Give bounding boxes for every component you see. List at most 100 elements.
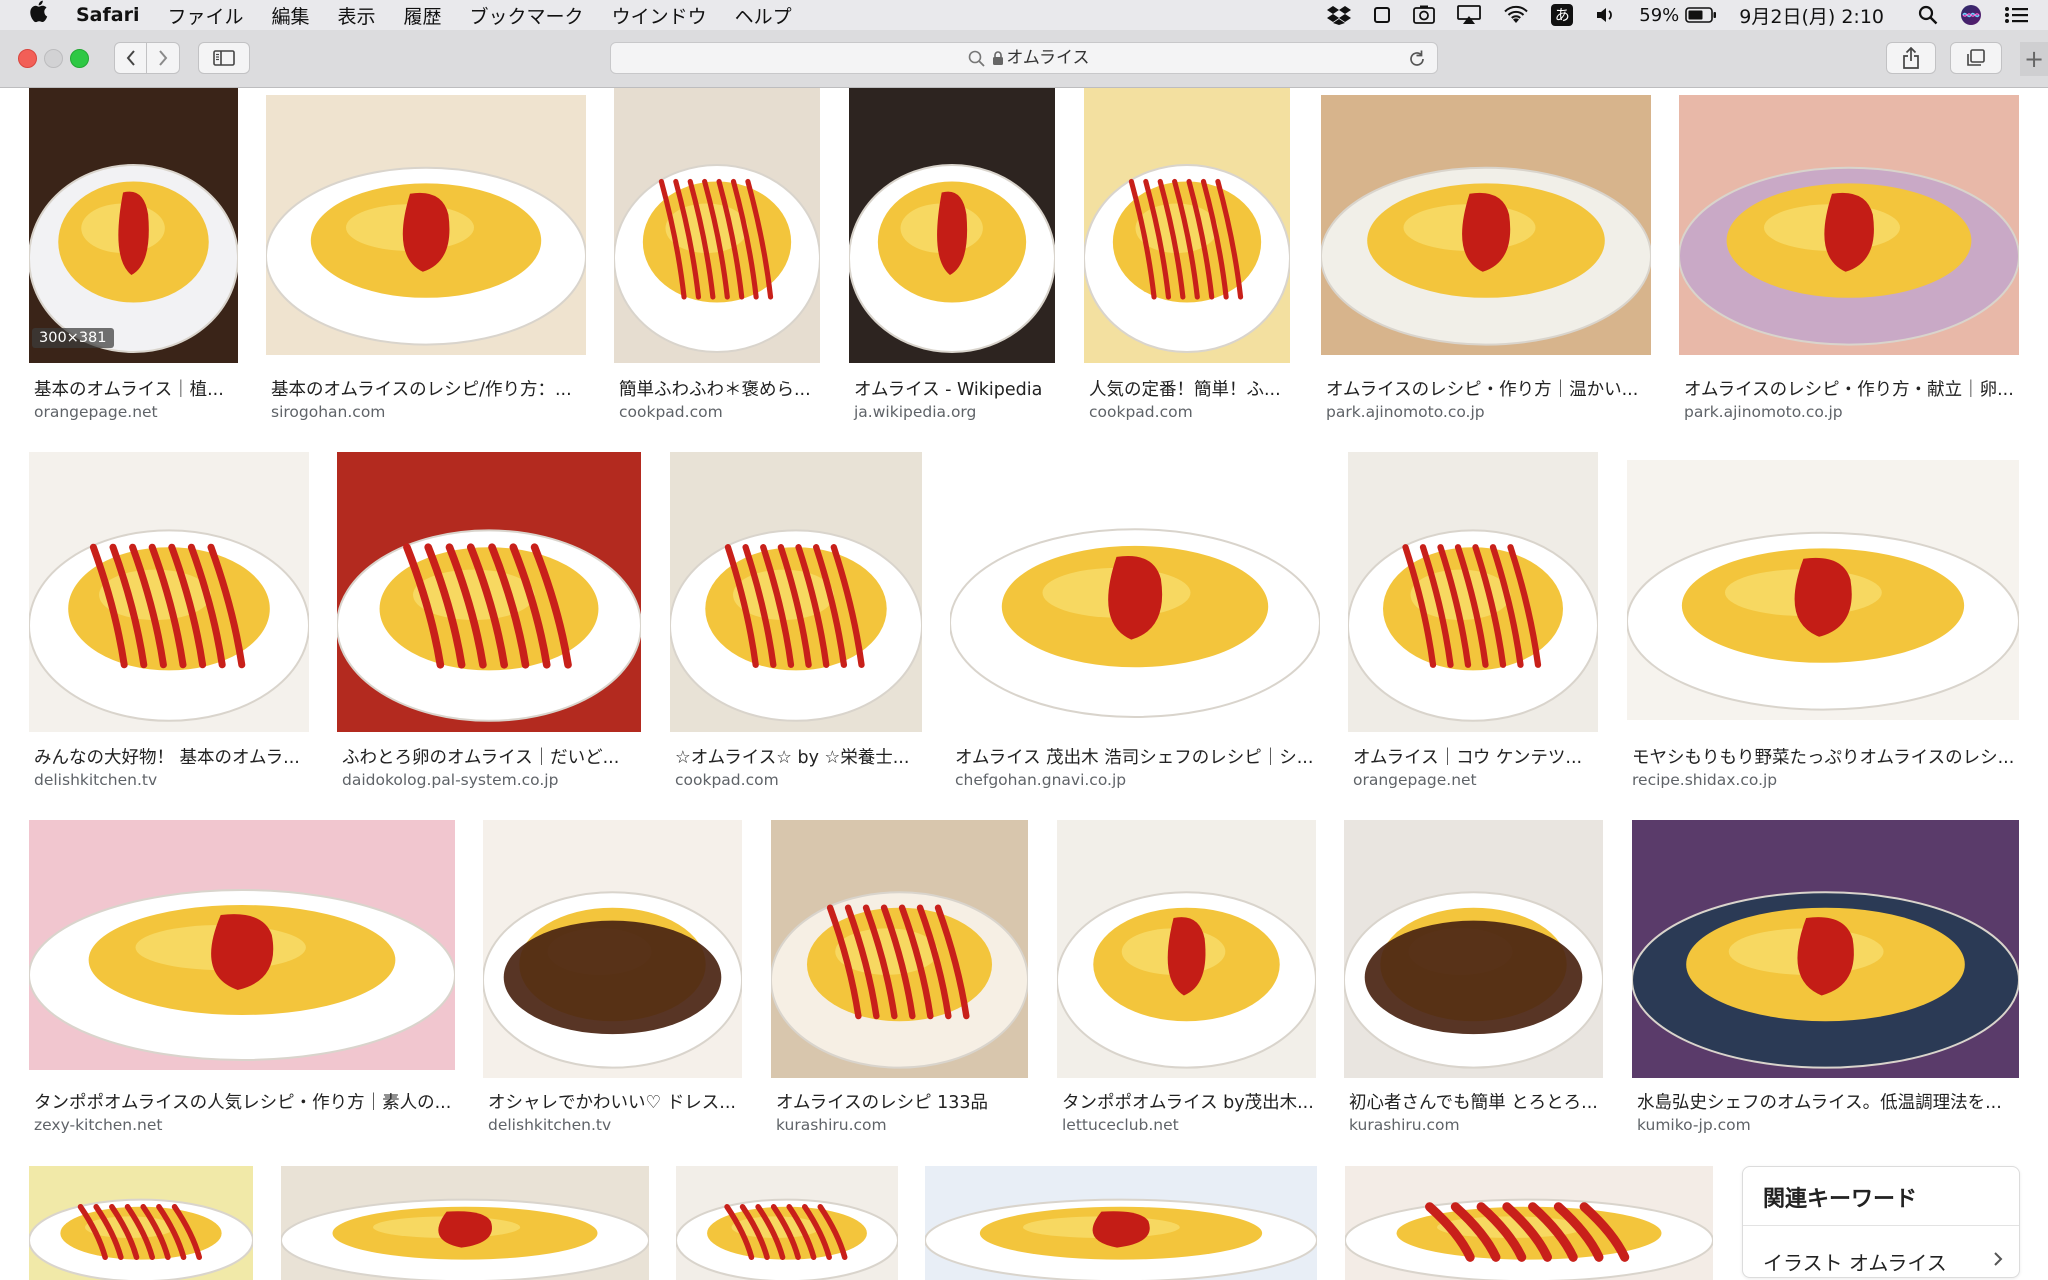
menu-edit[interactable]: 編集: [272, 2, 310, 29]
result-title[interactable]: 簡単ふわふわ＊褒めら...: [619, 376, 820, 401]
result-domain[interactable]: zexy-kitchen.net: [34, 1116, 163, 1134]
result-thumbnail[interactable]: [1344, 820, 1603, 1078]
new-tab-button[interactable]: +: [2020, 42, 2048, 76]
menu-bookmarks[interactable]: ブックマーク: [470, 2, 584, 29]
clock[interactable]: 9月2日(月) 2:10: [1739, 2, 1884, 29]
result-title[interactable]: タンポポオムライス by茂出木...: [1062, 1089, 1316, 1114]
chevron-right-icon[interactable]: [1993, 1251, 2003, 1271]
result-title[interactable]: オムライス｜コウ ケンテツ...: [1353, 744, 1598, 769]
result-domain[interactable]: recipe.shidax.co.jp: [1632, 771, 1777, 789]
result-domain[interactable]: ja.wikipedia.org: [854, 403, 976, 421]
image-result-card[interactable]: モヤシもりもり野菜たっぷりオムライスのレシ... recipe.shidax.co…: [1627, 460, 2019, 804]
result-thumbnail[interactable]: [1632, 820, 2019, 1078]
menu-history[interactable]: 履歴: [404, 2, 442, 29]
result-domain[interactable]: kurashiru.com: [776, 1116, 887, 1134]
sidebar-button[interactable]: [198, 42, 250, 74]
close-window-button[interactable]: [18, 49, 37, 68]
menu-window[interactable]: ウインドウ: [612, 2, 707, 29]
image-result-card[interactable]: 基本のオムライスのレシピ/作り方：... sirogohan.com: [266, 95, 586, 436]
result-title[interactable]: 初心者さんでも簡単 とろとろ...: [1349, 1089, 1603, 1114]
result-title[interactable]: 基本のオムライスのレシピ/作り方：...: [271, 376, 586, 401]
result-title[interactable]: オシャレでかわいい♡ ドレス...: [488, 1089, 742, 1114]
menu-app-name[interactable]: Safari: [76, 4, 139, 26]
result-title[interactable]: オムライスのレシピ 133品: [776, 1089, 1028, 1114]
siri-icon[interactable]: [1960, 4, 1982, 26]
image-result-card[interactable]: [676, 1166, 898, 1280]
image-result-card[interactable]: オムライスのレシピ 133品 kurashiru.com: [771, 820, 1028, 1149]
related-keyword-item[interactable]: イラスト オムライス: [1763, 1247, 1947, 1276]
result-thumbnail[interactable]: [849, 88, 1055, 363]
result-thumbnail[interactable]: [925, 1166, 1317, 1280]
battery-icon[interactable]: [1685, 7, 1717, 23]
result-title[interactable]: ふわとろ卵のオムライス｜だいど...: [342, 744, 641, 769]
image-result-card[interactable]: タンポポオムライスの人気レシピ・作り方｜素人の... zexy-kitchen.n…: [29, 820, 455, 1149]
menu-view[interactable]: 表示: [338, 2, 376, 29]
result-thumbnail[interactable]: [1348, 452, 1598, 732]
result-domain[interactable]: lettuceclub.net: [1062, 1116, 1179, 1134]
result-title[interactable]: オムライスのレシピ・作り方・献立｜卵...: [1684, 376, 2019, 401]
apple-menu-icon[interactable]: [28, 0, 50, 32]
volume-icon[interactable]: [1595, 5, 1617, 25]
image-result-card[interactable]: [29, 1166, 253, 1280]
wifi-icon[interactable]: [1503, 5, 1529, 25]
image-result-card[interactable]: みんなの大好物！ 基本のオムラ... delishkitchen.tv: [29, 452, 309, 804]
result-thumbnail[interactable]: [337, 452, 641, 732]
result-title[interactable]: モヤシもりもり野菜たっぷりオムライスのレシ...: [1632, 744, 2019, 769]
result-domain[interactable]: cookpad.com: [675, 771, 779, 789]
result-title[interactable]: 水島弘史シェフのオムライス。低温調理法を...: [1637, 1089, 2019, 1114]
result-domain[interactable]: delishkitchen.tv: [34, 771, 157, 789]
result-thumbnail[interactable]: [266, 95, 586, 355]
notification-center-icon[interactable]: [2004, 5, 2028, 25]
result-thumbnail[interactable]: [1321, 95, 1651, 355]
result-thumbnail[interactable]: [676, 1166, 898, 1280]
result-thumbnail[interactable]: [614, 88, 820, 363]
result-thumbnail[interactable]: [1627, 460, 2019, 720]
result-thumbnail[interactable]: [771, 820, 1028, 1078]
image-result-card[interactable]: [281, 1166, 649, 1280]
battery-percent[interactable]: 59%: [1639, 5, 1679, 26]
image-result-card[interactable]: オシャレでかわいい♡ ドレス... delishkitchen.tv: [483, 820, 742, 1149]
share-button[interactable]: [1886, 42, 1936, 74]
menu-help[interactable]: ヘルプ: [735, 2, 792, 29]
result-thumbnail[interactable]: [1057, 820, 1316, 1078]
image-result-card[interactable]: オムライス｜コウ ケンテツ... orangepage.net: [1348, 452, 1598, 804]
result-thumbnail[interactable]: [29, 820, 455, 1070]
result-title[interactable]: オムライスのレシピ・作り方｜温かい...: [1326, 376, 1651, 401]
result-thumbnail[interactable]: [1084, 88, 1290, 363]
image-result-card[interactable]: オムライスのレシピ・作り方・献立｜卵... park.ajinomoto.co.j…: [1679, 95, 2019, 436]
forward-button[interactable]: [147, 42, 180, 74]
dropbox-icon[interactable]: [1327, 5, 1352, 25]
airplay-icon[interactable]: [1457, 5, 1482, 25]
result-title[interactable]: タンポポオムライスの人気レシピ・作り方｜素人の...: [34, 1089, 455, 1114]
image-result-card[interactable]: ふわとろ卵のオムライス｜だいど... daidokolog.pal-system.…: [337, 452, 641, 804]
image-result-card[interactable]: オムライス - Wikipedia ja.wikipedia.org: [849, 88, 1055, 436]
result-title[interactable]: オムライス - Wikipedia: [854, 376, 1055, 401]
result-thumbnail[interactable]: [1679, 95, 2019, 355]
result-domain[interactable]: chefgohan.gnavi.co.jp: [955, 771, 1126, 789]
result-title[interactable]: ☆オムライス☆ by ☆栄養士...: [675, 744, 922, 769]
image-result-card[interactable]: ☆オムライス☆ by ☆栄養士... cookpad.com: [670, 452, 922, 804]
result-domain[interactable]: park.ajinomoto.co.jp: [1326, 403, 1485, 421]
result-title[interactable]: 基本のオムライス｜植...: [34, 376, 238, 401]
result-domain[interactable]: orangepage.net: [34, 403, 158, 421]
result-thumbnail[interactable]: [483, 820, 742, 1078]
result-thumbnail[interactable]: [29, 88, 238, 363]
image-result-card[interactable]: 人気の定番！簡単！ふ... cookpad.com: [1084, 88, 1290, 436]
result-domain[interactable]: orangepage.net: [1353, 771, 1477, 789]
result-domain[interactable]: sirogohan.com: [271, 403, 385, 421]
screenshot-icon[interactable]: [1413, 5, 1436, 25]
show-tabs-button[interactable]: [1950, 42, 2002, 74]
result-domain[interactable]: kumiko-jp.com: [1637, 1116, 1751, 1134]
result-thumbnail[interactable]: [950, 452, 1320, 728]
result-title[interactable]: オムライス 茂出木 浩司シェフのレシピ｜シ...: [955, 744, 1320, 769]
image-result-card[interactable]: 300×381 基本のオムライス｜植... orangepage.net: [29, 88, 238, 436]
input-method-icon[interactable]: あ: [1551, 4, 1574, 26]
result-domain[interactable]: cookpad.com: [1089, 403, 1193, 421]
result-title[interactable]: 人気の定番！簡単！ふ...: [1089, 376, 1290, 401]
image-result-card[interactable]: 簡単ふわふわ＊褒めら... cookpad.com: [614, 88, 820, 436]
result-domain[interactable]: delishkitchen.tv: [488, 1116, 611, 1134]
result-domain[interactable]: cookpad.com: [619, 403, 723, 421]
result-domain[interactable]: park.ajinomoto.co.jp: [1684, 403, 1843, 421]
image-result-card[interactable]: [1345, 1166, 1713, 1280]
window-icon[interactable]: [1373, 6, 1391, 24]
